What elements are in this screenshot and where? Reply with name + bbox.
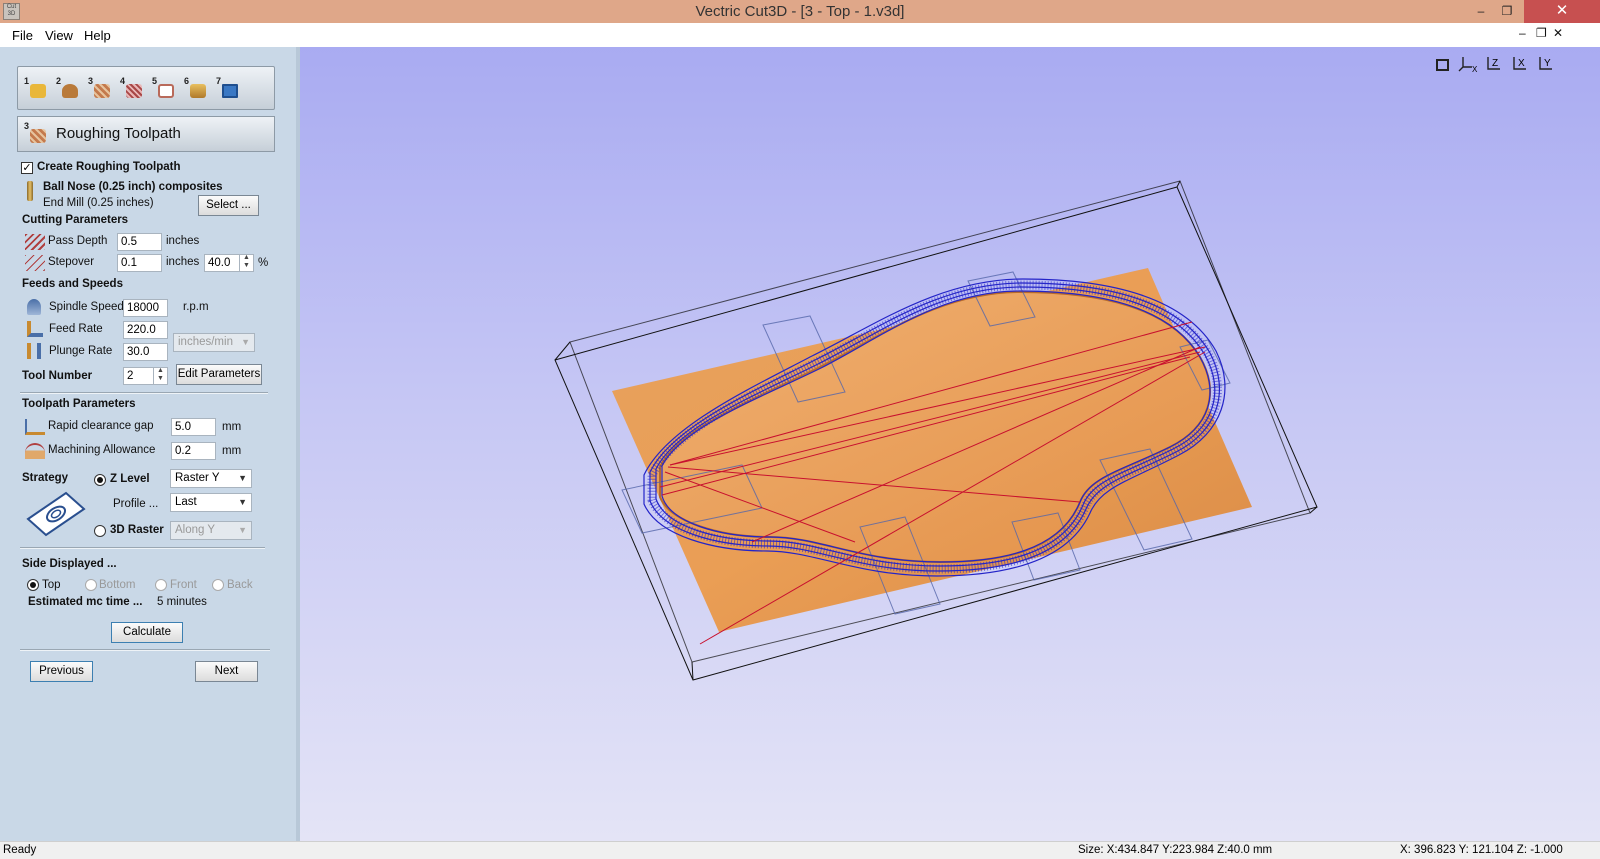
calculate-button[interactable]: Calculate <box>111 622 183 643</box>
previous-button[interactable]: Previous <box>30 661 93 682</box>
rapid-clearance-input[interactable]: 5.0 <box>171 418 216 436</box>
plunge-rate-input[interactable]: 30.0 <box>123 343 168 361</box>
left-panel: 1 2 3 4 5 6 7 3 Roughing Toolpath ✓ Crea… <box>0 47 300 841</box>
side-front-radio <box>155 579 167 591</box>
pass-depth-input[interactable]: 0.5 <box>117 233 162 251</box>
tool-number-label: Tool Number <box>22 370 93 382</box>
strategy-label: Strategy <box>22 472 69 484</box>
menu-bar: File View Help – ❐ ✕ <box>0 23 1600 47</box>
status-coordinates: X: 396.823 Y: 121.104 Z: -1.000 <box>1400 844 1563 856</box>
rapid-clearance-label: Rapid clearance gap <box>48 420 154 432</box>
tool-description: End Mill (0.25 inches) <box>43 197 154 209</box>
stepover-icon <box>25 255 45 271</box>
panel-title: Roughing Toolpath <box>56 125 181 142</box>
stepover-label: Stepover <box>48 256 95 268</box>
profile-label: Profile ... <box>113 498 159 510</box>
side-bottom-radio <box>85 579 97 591</box>
3d-raster-radio[interactable] <box>94 525 106 537</box>
edit-parameters-button[interactable]: Edit Parameters <box>176 364 262 385</box>
estimated-time-value: 5 minutes <box>157 596 207 608</box>
roughing-toolpath-icon: 3 <box>24 121 48 147</box>
step-5-cutout-toolpath-icon[interactable]: 5 <box>152 76 176 102</box>
step-7-save-toolpath-icon[interactable]: 7 <box>216 76 240 102</box>
steps-toolbar: 1 2 3 4 5 6 7 <box>17 66 275 110</box>
stepover-unit: inches <box>166 256 200 268</box>
status-ready: Ready <box>3 844 37 856</box>
toolpath-parameters-heading: Toolpath Parameters <box>22 398 136 410</box>
title-bar: Cut 3D Vectric Cut3D - [3 - Top - 1.v3d] … <box>0 0 1600 23</box>
menu-help[interactable]: Help <box>84 28 111 43</box>
feeds-and-speeds-heading: Feeds and Speeds <box>22 278 123 290</box>
spindle-speed-unit: r.p.m <box>183 301 209 313</box>
side-front-label: Front <box>170 579 197 591</box>
machining-allowance-label: Machining Allowance <box>48 444 156 456</box>
close-button[interactable]: ✕ <box>1524 0 1600 23</box>
step-2-orient-model-icon[interactable]: 2 <box>56 76 80 102</box>
status-bar: Ready Size: X:434.847 Y:223.984 Z:40.0 m… <box>0 841 1600 859</box>
plunge-rate-icon <box>27 343 41 359</box>
3d-raster-select: Along Y ▼ <box>170 521 252 540</box>
step-6-preview-toolpath-icon[interactable]: 6 <box>184 76 208 102</box>
side-displayed-label: Side Displayed ... <box>22 558 117 570</box>
step-3-roughing-toolpath-icon[interactable]: 3 <box>88 76 112 102</box>
separator <box>20 649 270 651</box>
machining-allowance-input[interactable]: 0.2 <box>171 442 216 460</box>
select-tool-button[interactable]: Select ... <box>198 195 259 216</box>
ball-nose-tool-icon <box>27 181 33 201</box>
step-4-finishing-toolpath-icon[interactable]: 4 <box>120 76 144 102</box>
side-back-radio <box>212 579 224 591</box>
pass-depth-icon <box>25 234 45 250</box>
mdi-minimize-button[interactable]: – <box>1519 26 1526 40</box>
side-top-label: Top <box>42 579 61 591</box>
stepover-percent-spinner[interactable]: ▲ ▼ <box>239 254 253 272</box>
side-back-label: Back <box>227 579 253 591</box>
feed-rate-icon <box>27 321 43 337</box>
rate-units-select: inches/min ▼ <box>173 333 255 352</box>
mdi-restore-button[interactable]: ❐ <box>1536 26 1547 40</box>
panel-header: 3 Roughing Toolpath <box>17 116 275 152</box>
3d-viewport[interactable]: X Z X Y <box>300 47 1600 841</box>
status-size: Size: X:434.847 Y:223.984 Z:40.0 mm <box>1078 844 1273 856</box>
machining-allowance-unit: mm <box>222 445 242 457</box>
mdi-close-button[interactable]: ✕ <box>1553 26 1563 40</box>
feed-rate-label: Feed Rate <box>49 323 103 335</box>
restore-button[interactable]: ❐ <box>1492 0 1522 23</box>
z-level-select[interactable]: Raster Y ▼ <box>170 469 252 488</box>
estimated-time-label: Estimated mc time ... <box>28 596 143 608</box>
menu-view[interactable]: View <box>45 28 73 43</box>
3d-raster-label: 3D Raster <box>110 524 164 536</box>
side-bottom-label: Bottom <box>99 579 136 591</box>
tool-number-spinner[interactable]: ▲ ▼ <box>153 367 167 385</box>
tool-name: Ball Nose (0.25 inch) composites <box>43 181 223 193</box>
cutting-parameters-heading: Cutting Parameters <box>22 214 129 226</box>
z-level-radio[interactable] <box>94 474 106 486</box>
plunge-rate-label: Plunge Rate <box>49 345 113 357</box>
step-1-open-folder-icon[interactable]: 1 <box>24 76 48 102</box>
separator <box>20 392 268 394</box>
separator <box>20 547 265 549</box>
next-button[interactable]: Next <box>195 661 258 682</box>
machining-allowance-icon <box>25 443 45 459</box>
model-scene <box>554 180 1318 681</box>
profile-select[interactable]: Last ▼ <box>170 493 252 512</box>
feed-rate-input[interactable]: 220.0 <box>123 321 168 339</box>
stepover-input[interactable]: 0.1 <box>117 254 162 272</box>
side-top-radio[interactable] <box>27 579 39 591</box>
z-level-label: Z Level <box>110 473 150 485</box>
pass-depth-unit: inches <box>166 235 200 247</box>
rapid-clearance-icon <box>25 419 45 435</box>
menu-file[interactable]: File <box>12 28 33 43</box>
spindle-speed-label: Spindle Speed <box>49 301 124 313</box>
create-roughing-checkbox[interactable]: ✓ <box>21 162 33 174</box>
create-roughing-label: Create Roughing Toolpath <box>37 161 181 173</box>
percent-sign: % <box>258 257 269 269</box>
pass-depth-label: Pass Depth <box>48 235 108 247</box>
rapid-clearance-unit: mm <box>222 421 242 433</box>
strategy-diagram-icon <box>26 491 86 537</box>
spindle-speed-icon <box>27 299 41 315</box>
window-title: Vectric Cut3D - [3 - Top - 1.v3d] <box>695 3 905 20</box>
spindle-speed-input[interactable]: 18000 <box>123 299 168 317</box>
